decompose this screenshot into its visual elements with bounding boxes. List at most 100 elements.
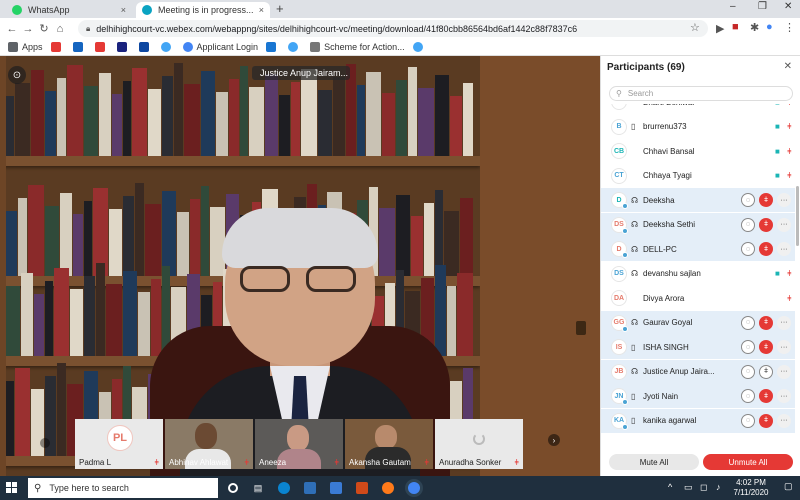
tab-close-icon[interactable]: ×	[121, 5, 126, 15]
more-options-icon[interactable]: ···	[777, 364, 791, 379]
strip-next-button[interactable]: ›	[548, 434, 560, 446]
bookmark-apps[interactable]: Apps	[8, 42, 43, 52]
bookmark-item[interactable]	[72, 42, 87, 52]
participant-row[interactable]: D ☊ DELL-PC ◌ ǂ ···	[601, 237, 795, 261]
bookmark-applicant-login[interactable]: Applicant Login	[182, 42, 258, 52]
bookmark-item[interactable]	[266, 42, 280, 52]
bookmark-item[interactable]	[138, 42, 153, 52]
participant-row[interactable]: JB ☊ Justice Anup Jaira... ◌ ǂ ···	[601, 359, 795, 384]
mute-toggle-icon[interactable]: ǂ	[759, 193, 773, 207]
mute-toggle-icon[interactable]: ǂ	[759, 364, 773, 379]
more-options-icon[interactable]: ···	[777, 315, 791, 330]
cortana-icon[interactable]	[228, 483, 238, 493]
tab-whatsapp[interactable]: WhatsApp ×	[6, 2, 132, 18]
close-window-button[interactable]: ✕	[784, 1, 792, 12]
mute-toggle-icon[interactable]: ǂ	[759, 340, 773, 354]
menu-icon[interactable]: ⋮	[784, 21, 795, 34]
participant-search-input[interactable]: ⚲ Search	[609, 86, 793, 101]
participant-row[interactable]: CT Chhaya Tyagi ■ ǂ	[601, 164, 795, 188]
task-view-icon[interactable]: ▤	[252, 482, 264, 494]
chat-icon[interactable]: ◌	[741, 413, 755, 428]
store-icon[interactable]	[330, 482, 342, 494]
firefox-icon[interactable]	[382, 482, 394, 494]
chat-icon[interactable]: ◌	[741, 340, 755, 354]
bookmark-item[interactable]	[116, 42, 131, 52]
tab-close-icon[interactable]: ×	[259, 5, 264, 15]
chrome-taskbar-icon[interactable]	[408, 482, 420, 494]
bookmark-item[interactable]	[412, 42, 427, 52]
chat-icon[interactable]: ◌	[741, 364, 755, 379]
thumbnail-padma[interactable]: PL Padma L ǂ	[75, 419, 163, 469]
participant-row[interactable]: CB Chhavi Bansal ■ ǂ	[601, 139, 795, 163]
chat-icon[interactable]: ◌	[741, 242, 755, 256]
file-explorer-icon[interactable]	[304, 482, 316, 494]
participant-row[interactable]: GG ☊ Gaurav Goyal ◌ ǂ ···	[601, 310, 795, 335]
bookmark-item[interactable]	[160, 42, 175, 52]
address-bar[interactable]: 🔒︎ delhihighcourt-vc.webex.com/webappng/…	[78, 20, 708, 37]
pdf-extension-icon[interactable]: ■	[732, 21, 739, 33]
mute-toggle-icon[interactable]: ǂ	[759, 413, 773, 428]
new-tab-button[interactable]: +	[276, 1, 284, 16]
more-options-icon[interactable]: ···	[777, 340, 791, 354]
network-icon[interactable]: ◻	[700, 482, 707, 493]
mute-all-button[interactable]: Mute All	[609, 454, 699, 470]
thumbnail-abhinav[interactable]: Abhinav Ahlawat ǂ	[165, 419, 253, 469]
office-icon[interactable]	[356, 482, 368, 494]
unmute-all-button[interactable]: Unmute All	[703, 454, 793, 470]
extensions-icon[interactable]: ✱	[750, 21, 759, 34]
battery-icon[interactable]: ▭	[684, 482, 693, 493]
participant-row[interactable]: KA ▯ kanika agarwal ◌ ǂ ···	[601, 408, 795, 433]
minimize-button[interactable]: –	[730, 1, 736, 12]
participant-row[interactable]: IS ▯ ISHA SINGH ◌ ǂ ···	[601, 335, 795, 359]
participant-row[interactable]: BB Bharti Beniwal ■ ǂ	[601, 104, 795, 114]
bookmark-item[interactable]	[288, 42, 302, 52]
close-icon[interactable]: ✕	[784, 61, 792, 72]
panel-scrollbar[interactable]	[796, 186, 799, 246]
mute-toggle-icon[interactable]: ǂ	[759, 389, 773, 403]
notifications-icon[interactable]: ▢	[784, 481, 793, 492]
participant-row[interactable]: D ☊ Deeksha ◌ ǂ ···	[601, 188, 795, 212]
participant-row[interactable]: B ▯ brurrenu373 ■ ǂ	[601, 115, 795, 139]
chat-icon[interactable]: ◌	[741, 193, 755, 207]
more-options-icon[interactable]: ···	[777, 193, 791, 207]
bookmark-item[interactable]	[50, 42, 65, 52]
bookmark-star-icon[interactable]: ☆	[690, 21, 700, 34]
volume-icon[interactable]: ♪	[716, 482, 721, 492]
main-video[interactable]: ⊙ Justice Anup Jairam... PL Padma L ǂ Ab…	[0, 56, 600, 476]
participant-row[interactable]: JN ▯ Jyoti Nain ◌ ǂ ···	[601, 384, 795, 408]
chat-icon[interactable]: ◌	[741, 217, 755, 232]
thumbnail-akansha[interactable]: Akansha Gautam ǂ	[345, 419, 433, 469]
thumbnail-aneeza[interactable]: Aneeza ǂ	[255, 419, 343, 469]
more-options-icon[interactable]: ···	[777, 389, 791, 403]
mute-toggle-icon[interactable]: ǂ	[759, 315, 773, 330]
participant-row[interactable]: DS ☊ Deeksha Sethi ◌ ǂ ···	[601, 212, 795, 237]
mute-toggle-icon[interactable]: ǂ	[759, 242, 773, 256]
bookmark-scheme[interactable]: Scheme for Action...	[310, 42, 405, 52]
tray-chevron-icon[interactable]: ^	[668, 482, 672, 492]
home-button[interactable]: ⌂	[52, 23, 68, 35]
tab-meeting[interactable]: Meeting is in progress... ×	[136, 2, 270, 18]
more-options-icon[interactable]: ···	[777, 242, 791, 256]
muted-mic-icon: ǂ	[787, 146, 792, 156]
layout-toggle-button[interactable]: ⊙	[8, 66, 26, 84]
strip-prev-button[interactable]	[40, 438, 50, 448]
more-options-icon[interactable]: ···	[777, 413, 791, 428]
bookmark-item[interactable]	[94, 42, 109, 52]
maximize-button[interactable]: ❐	[758, 1, 767, 12]
camera-icon[interactable]: ▶	[716, 22, 724, 35]
mute-toggle-icon[interactable]: ǂ	[759, 217, 773, 232]
taskbar-search-input[interactable]: ⚲ Type here to search	[28, 478, 218, 498]
forward-button[interactable]: →	[20, 23, 36, 35]
chat-icon[interactable]: ◌	[741, 315, 755, 330]
edge-icon[interactable]	[278, 482, 290, 494]
back-button[interactable]: ←	[4, 23, 20, 35]
reload-button[interactable]: ↻	[36, 22, 52, 35]
participant-row[interactable]: DA Divya Arora ǂ	[601, 286, 795, 310]
system-clock[interactable]: 4:02 PM 7/11/2020	[730, 478, 772, 498]
chat-icon[interactable]: ◌	[741, 389, 755, 403]
chrome-profile-icon[interactable]: ●	[766, 21, 773, 33]
participant-row[interactable]: DS ☊ devanshu sajlan ■ ǂ	[601, 262, 795, 286]
windows-start-icon[interactable]	[6, 482, 18, 494]
more-options-icon[interactable]: ···	[777, 217, 791, 232]
thumbnail-anuradha[interactable]: Anuradha Sonker ǂ	[435, 419, 523, 469]
